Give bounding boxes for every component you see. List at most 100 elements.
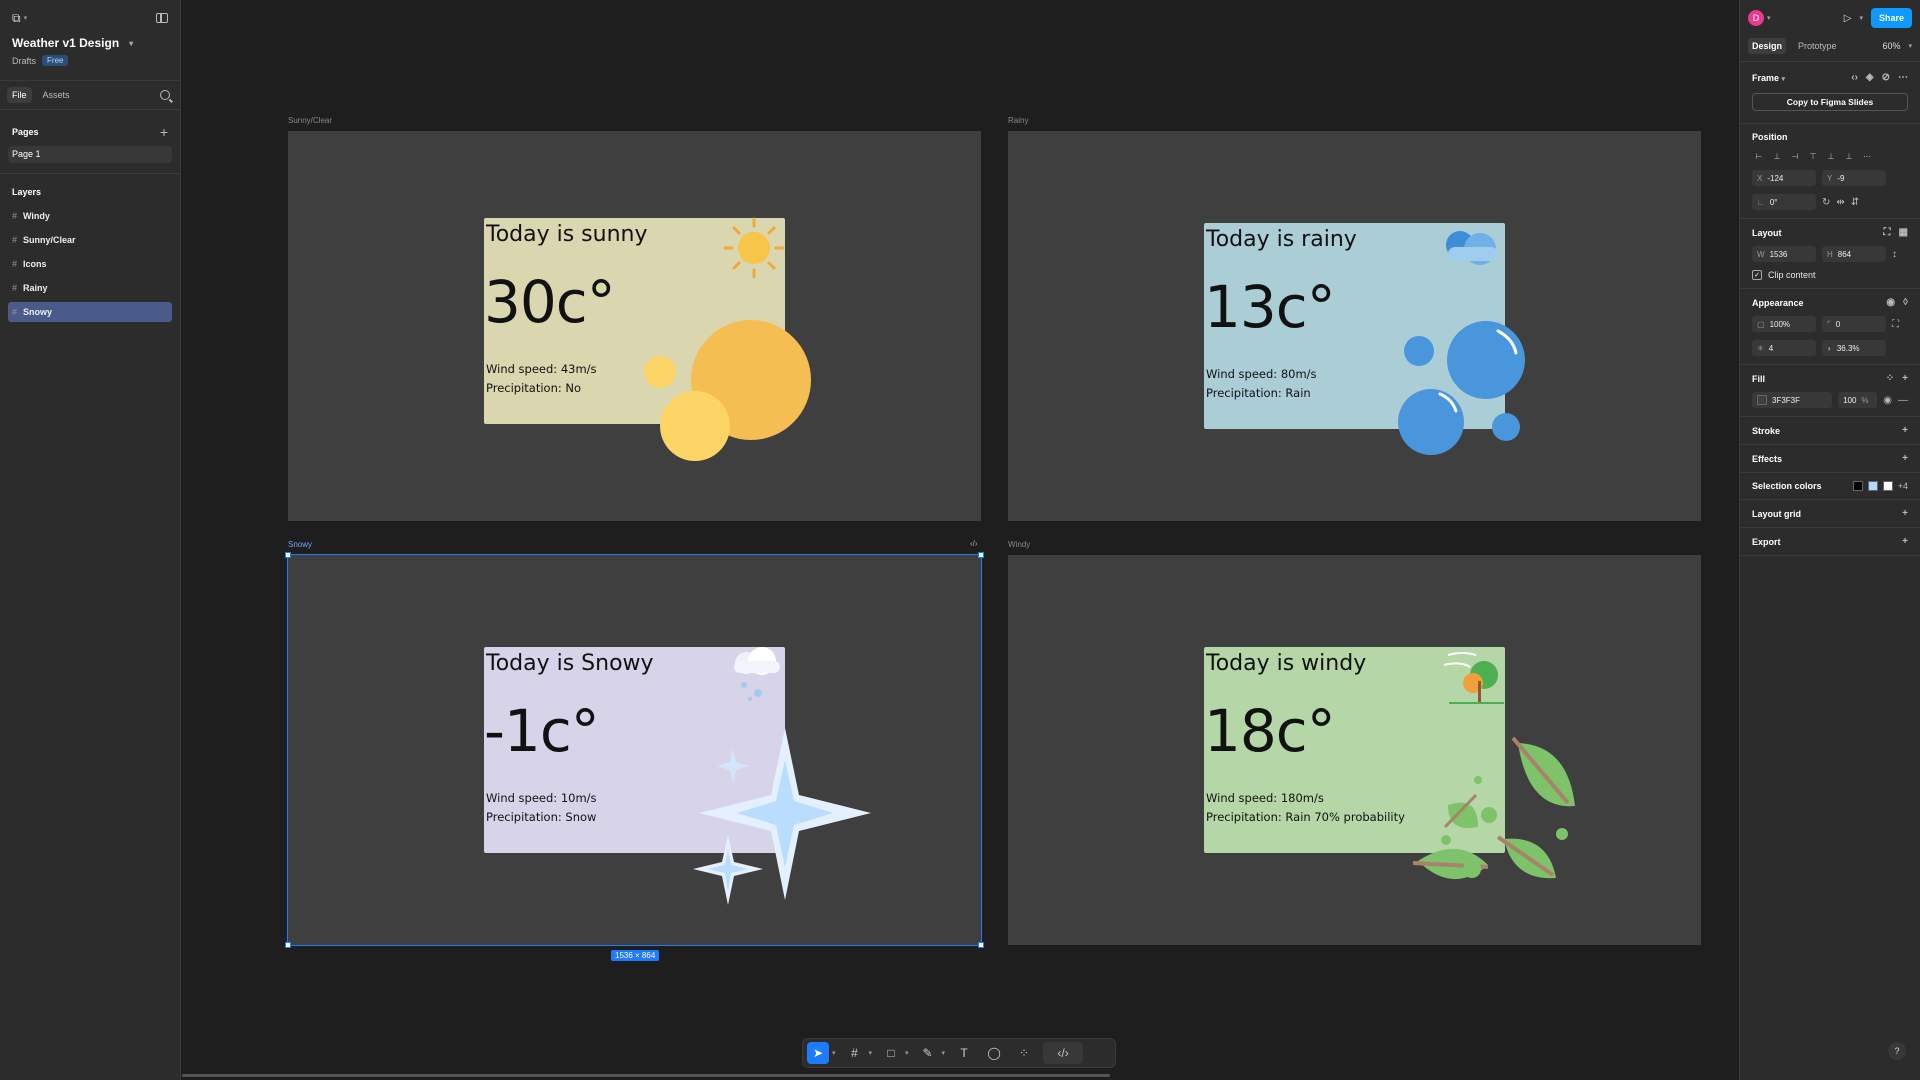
align-left-icon[interactable]: ⊢: [1752, 150, 1766, 162]
help-button[interactable]: ?: [1888, 1042, 1906, 1060]
layer-item[interactable]: # Windy: [8, 206, 172, 226]
play-icon[interactable]: ▷: [1844, 13, 1852, 24]
frame-windy[interactable]: Today is windy 18c° Wind speed: 180m/s P…: [1008, 555, 1701, 945]
smoothing-field[interactable]: ◗ 36.3%: [1822, 340, 1886, 356]
pen-tool-button[interactable]: ✎: [917, 1042, 939, 1064]
grid-icon[interactable]: ▦: [1899, 227, 1908, 238]
chevron-down-icon[interactable]: ▾: [1908, 42, 1912, 50]
tab-assets[interactable]: Assets: [38, 87, 75, 103]
tab-design[interactable]: Design: [1748, 37, 1787, 54]
horizontal-scrollbar[interactable]: [182, 1074, 1110, 1077]
more-colors[interactable]: +4: [1898, 481, 1908, 491]
share-button[interactable]: Share: [1870, 8, 1912, 28]
y-field[interactable]: Y -9: [1822, 170, 1886, 186]
layer-item[interactable]: # Snowy: [8, 302, 172, 322]
clip-content-checkbox[interactable]: ✓: [1752, 270, 1762, 280]
chevron-down-icon[interactable]: ▾: [942, 1049, 946, 1057]
frame-label-sunny[interactable]: Sunny/Clear: [288, 116, 332, 125]
tab-prototype[interactable]: Prototype: [1794, 38, 1841, 54]
frame-tool-button[interactable]: #: [844, 1042, 866, 1064]
text-tool-button[interactable]: T: [953, 1042, 975, 1064]
copy-to-slides-button[interactable]: Copy to Figma Slides: [1752, 93, 1908, 111]
fill-swatch[interactable]: [1757, 395, 1767, 405]
flip-horizontal-icon[interactable]: ⇹: [1836, 197, 1844, 208]
search-icon[interactable]: [160, 90, 170, 100]
component-icon[interactable]: ◈: [1866, 72, 1874, 83]
rotate-icon[interactable]: ↻: [1822, 197, 1830, 208]
align-center-h-icon[interactable]: ⊥: [1770, 150, 1784, 162]
link-icon[interactable]: ⊘: [1882, 72, 1890, 83]
chevron-down-icon[interactable]: ▾: [869, 1049, 873, 1057]
expand-corners-icon[interactable]: ⛶: [1892, 319, 1899, 330]
fill-color-field[interactable]: 3F3F3F: [1752, 392, 1833, 408]
add-effect-icon[interactable]: +: [1902, 453, 1908, 464]
align-right-icon[interactable]: ⊣: [1788, 150, 1802, 162]
move-tool-button[interactable]: ➤: [807, 1042, 829, 1064]
canvas[interactable]: Sunny/Clear Today is sunny 30c° Wind spe…: [182, 0, 1738, 1080]
actions-button[interactable]: ⁘: [1013, 1042, 1035, 1064]
blur-field[interactable]: ✳ 4: [1752, 340, 1816, 356]
layer-item[interactable]: # Rainy: [8, 278, 172, 298]
pages-heading: Pages: [12, 127, 39, 137]
frame-label-rainy[interactable]: Rainy: [1008, 116, 1028, 125]
frame-sunny[interactable]: Today is sunny 30c° Wind speed: 43m/s Pr…: [288, 131, 981, 521]
flip-vertical-icon[interactable]: ⇵: [1851, 197, 1859, 208]
selection-color-swatch[interactable]: [1852, 481, 1863, 491]
frame-snowy[interactable]: Today is Snowy -1c° Wind speed: 10m/s Pr…: [285, 552, 984, 948]
add-stroke-icon[interactable]: +: [1902, 425, 1908, 436]
frame-icon: #: [12, 307, 18, 317]
rotation-field[interactable]: ∟ 0°: [1752, 194, 1816, 210]
selection-color-swatch[interactable]: [1867, 481, 1878, 491]
resize-icon[interactable]: ↕: [1892, 249, 1897, 260]
corner-radius-field[interactable]: ⌜ 0: [1822, 316, 1886, 332]
layer-item[interactable]: # Sunny/Clear: [8, 230, 172, 250]
page-item[interactable]: Page 1: [8, 146, 172, 163]
layer-item[interactable]: # Icons: [8, 254, 172, 274]
more-icon[interactable]: ⋯: [1898, 72, 1908, 83]
more-icon[interactable]: ⋯: [1860, 150, 1874, 162]
add-fill-icon[interactable]: +: [1902, 373, 1908, 384]
frame-type-dropdown[interactable]: Frame ▾: [1752, 73, 1785, 83]
layer-label: Snowy: [23, 307, 53, 317]
opacity-field[interactable]: ▢ 100%: [1752, 316, 1816, 332]
add-export-icon[interactable]: +: [1902, 536, 1908, 547]
frame-label-windy[interactable]: Windy: [1008, 540, 1030, 549]
droplet-icon[interactable]: ◊: [1903, 297, 1908, 308]
height-field[interactable]: H 864: [1822, 246, 1886, 262]
comment-tool-button[interactable]: ◯: [983, 1042, 1005, 1064]
align-bottom-icon[interactable]: ⊥: [1842, 150, 1856, 162]
tab-file[interactable]: File: [7, 87, 32, 103]
auto-layout-icon[interactable]: ⛶: [1884, 227, 1891, 238]
chevron-down-icon[interactable]: ▾: [1859, 14, 1863, 22]
chevron-down-icon[interactable]: ▾: [1767, 14, 1771, 22]
frame-rainy[interactable]: Today is rainy 13c° Wind speed: 80m/s Pr…: [1008, 131, 1701, 521]
align-top-icon[interactable]: ⊤: [1806, 150, 1820, 162]
align-center-v-icon[interactable]: ⊥: [1824, 150, 1838, 162]
selection-color-swatch[interactable]: [1882, 481, 1893, 491]
frame-label-snowy[interactable]: Snowy: [288, 540, 312, 549]
stroke-heading: Stroke: [1752, 425, 1781, 436]
toggle-sidebar-icon[interactable]: [156, 13, 168, 23]
eye-icon[interactable]: ◉: [1886, 297, 1895, 308]
frame-label: Frame: [1752, 72, 1780, 83]
shape-tool-button[interactable]: □: [880, 1042, 902, 1064]
eye-icon[interactable]: ◉: [1883, 395, 1892, 406]
code-icon[interactable]: ‹›: [1851, 72, 1858, 83]
add-grid-icon[interactable]: +: [1902, 508, 1908, 519]
file-location[interactable]: Drafts: [12, 56, 36, 66]
chevron-down-icon[interactable]: ▾: [905, 1049, 909, 1057]
width-field[interactable]: W 1536: [1752, 246, 1816, 262]
dev-mode-toggle[interactable]: ‹/›: [1043, 1042, 1084, 1064]
x-field[interactable]: X -124: [1752, 170, 1816, 186]
layout-grid-heading: Layout grid: [1752, 508, 1801, 519]
styles-icon[interactable]: ⁘: [1886, 373, 1894, 384]
main-menu-button[interactable]: ⧉ ▾: [12, 11, 27, 26]
avatar[interactable]: D: [1748, 10, 1764, 26]
code-icon[interactable]: ‹/›: [970, 539, 978, 548]
add-page-icon[interactable]: +: [160, 124, 168, 140]
fill-opacity-field[interactable]: 100%: [1838, 392, 1878, 408]
zoom-level[interactable]: 60%: [1882, 41, 1900, 51]
chevron-down-icon[interactable]: ▾: [832, 1049, 836, 1057]
remove-fill-icon[interactable]: —: [1898, 395, 1908, 406]
file-title-button[interactable]: Weather v1 Design ▾: [0, 36, 180, 50]
